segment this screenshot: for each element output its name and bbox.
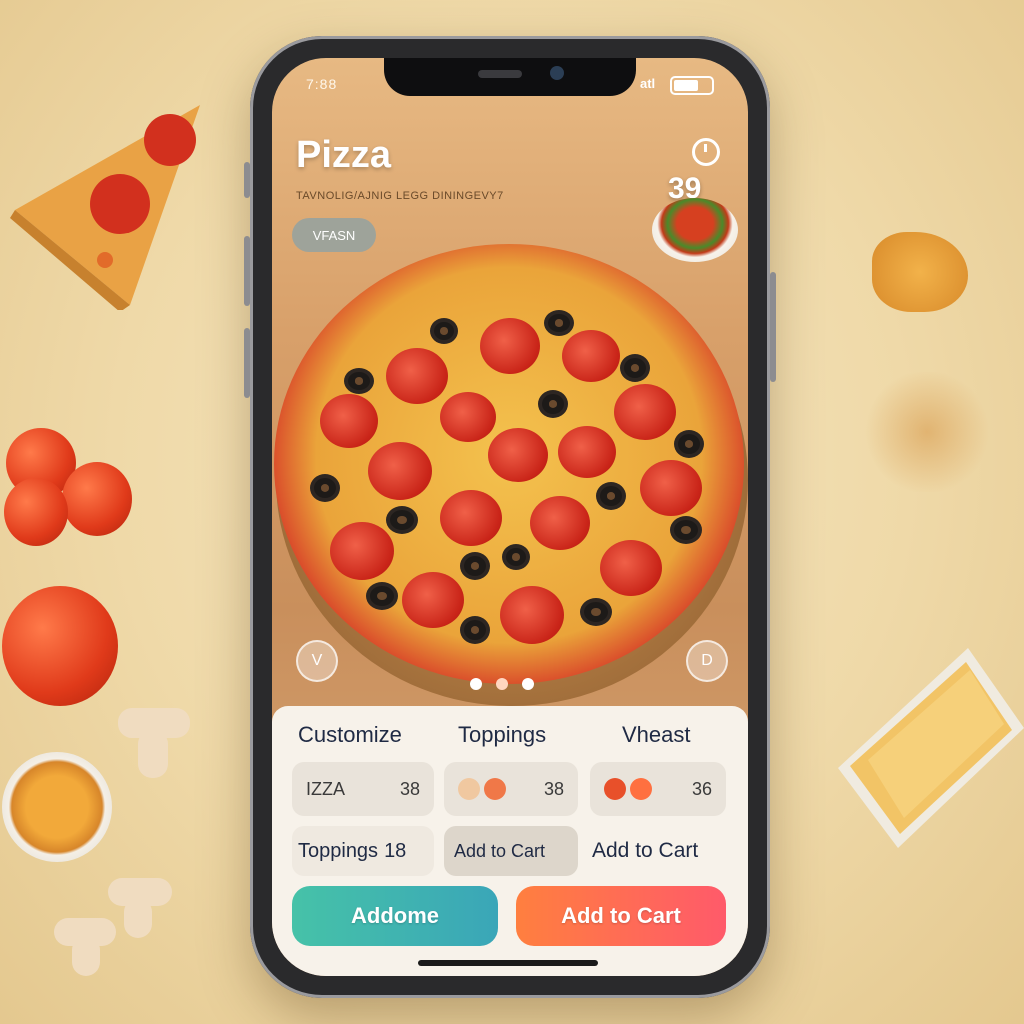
toppings-row-item[interactable]: Toppings 18	[292, 826, 434, 876]
pepperoni-topping	[614, 384, 676, 440]
phone-device: 7:88 atl Pizza TAVNOLIG/AJNIG LEGG DININ…	[244, 36, 776, 998]
pepperoni-topping	[386, 348, 448, 404]
mushroom-decoration	[72, 936, 100, 976]
mushroom-decoration	[138, 730, 168, 778]
toppings-label: Toppings	[298, 839, 379, 862]
topping-swatch-icon	[604, 778, 626, 800]
pepperoni-topping	[480, 318, 540, 374]
olive-topping	[460, 552, 490, 580]
salsa-bowl-image	[652, 198, 738, 262]
chip-value: 36	[691, 778, 712, 799]
timer-icon[interactable]	[692, 138, 720, 166]
pepperoni-topping	[600, 540, 662, 596]
tab-toppings[interactable]: Toppings	[458, 722, 546, 748]
cheese-slices-decoration	[838, 648, 1024, 848]
page-subtitle: TAVNOLIG/AJNIG LEGG DININGEVY7	[296, 190, 504, 202]
prev-arrow-button[interactable]: V	[296, 640, 338, 682]
volume-down-button	[244, 328, 250, 398]
filter-pill-button[interactable]: VFASN	[292, 218, 376, 252]
olive-topping	[344, 368, 374, 394]
pepperoni-topping	[530, 496, 590, 550]
olive-topping	[460, 616, 490, 644]
app-screen: 7:88 atl Pizza TAVNOLIG/AJNIG LEGG DININ…	[272, 58, 748, 976]
toppings-count: 18	[384, 839, 407, 862]
olive-topping	[620, 354, 650, 382]
next-arrow-button[interactable]: D	[686, 640, 728, 682]
pepperoni-topping	[330, 522, 394, 580]
tomato-decoration	[62, 462, 132, 536]
signal-indicator: atl	[640, 76, 656, 91]
sauce-stain-decoration	[862, 372, 992, 492]
chip-value: 38	[399, 778, 420, 799]
olive-topping	[310, 474, 340, 502]
olive-topping	[580, 598, 612, 626]
tomato-decoration	[4, 478, 68, 546]
page-title: Pizza	[296, 134, 392, 176]
speaker-grille	[478, 70, 522, 78]
addome-button[interactable]: Addome	[292, 886, 498, 946]
carousel-dot[interactable]	[470, 678, 482, 690]
topping-swatch-icon	[630, 778, 652, 800]
add-to-cart-button[interactable]: Add to Cart	[516, 886, 726, 946]
home-indicator[interactable]	[418, 960, 598, 966]
pepperoni-topping	[562, 330, 620, 382]
cheese-crumb-decoration	[872, 232, 968, 312]
topping-chip[interactable]: 38	[444, 762, 578, 816]
pepperoni-topping	[640, 460, 702, 516]
tomato-decoration	[2, 586, 118, 706]
power-button	[770, 272, 776, 382]
olive-topping	[544, 310, 574, 336]
olive-topping	[674, 430, 704, 458]
pepperoni-topping	[500, 586, 564, 644]
extra-chip[interactable]: 36	[590, 762, 726, 816]
mushroom-decoration	[124, 898, 152, 938]
size-chip[interactable]: IZZA 38	[292, 762, 434, 816]
carousel-dot[interactable]	[522, 678, 534, 690]
olive-topping	[430, 318, 458, 344]
pepperoni-topping	[488, 428, 548, 482]
front-camera	[550, 66, 564, 80]
pepperoni-topping	[368, 442, 432, 500]
olive-topping	[366, 582, 398, 610]
notch	[384, 58, 636, 96]
olive-topping	[502, 544, 530, 570]
pepperoni-topping	[440, 392, 496, 442]
olive-topping	[386, 506, 418, 534]
volume-up-button	[244, 236, 250, 306]
carousel-dots	[470, 678, 534, 690]
pepperoni-topping	[558, 426, 616, 478]
chip-value: 38	[543, 778, 564, 799]
topping-swatch-icon	[484, 778, 506, 800]
tab-customize[interactable]: Customize	[298, 722, 402, 748]
tab-vheast[interactable]: Vheast	[622, 722, 691, 748]
battery-icon	[670, 76, 714, 95]
pepperoni-topping	[402, 572, 464, 628]
pepperoni-topping	[440, 490, 502, 546]
carousel-dot-active[interactable]	[496, 678, 508, 690]
olive-topping	[596, 482, 626, 510]
olive-topping	[670, 516, 702, 544]
add-to-cart-chip[interactable]: Add to Cart	[444, 826, 578, 876]
pepperoni-topping	[320, 394, 378, 448]
chip-label: IZZA	[306, 778, 345, 799]
options-panel: Customize Toppings Vheast IZZA 38 38 36 …	[272, 706, 748, 976]
topping-swatch-icon	[458, 778, 480, 800]
sauce-bowl-decoration	[2, 752, 112, 862]
add-to-cart-link[interactable]: Add to Cart	[590, 826, 730, 876]
mute-switch	[244, 162, 250, 198]
status-time: 7:88	[306, 76, 338, 92]
pizza-slice-decoration	[10, 100, 210, 312]
olive-topping	[538, 390, 568, 418]
pizza-image[interactable]	[274, 244, 744, 684]
